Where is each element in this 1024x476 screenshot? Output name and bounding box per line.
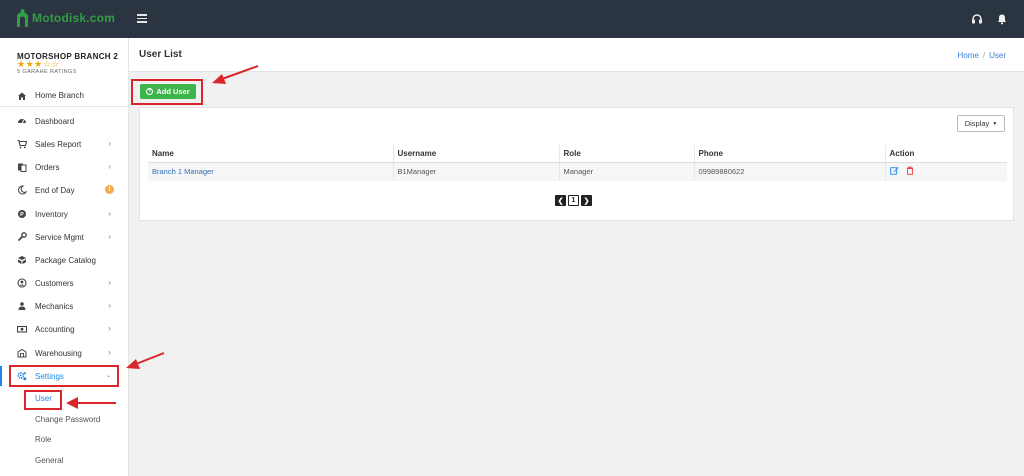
annotation-arrows — [66, 65, 259, 409]
